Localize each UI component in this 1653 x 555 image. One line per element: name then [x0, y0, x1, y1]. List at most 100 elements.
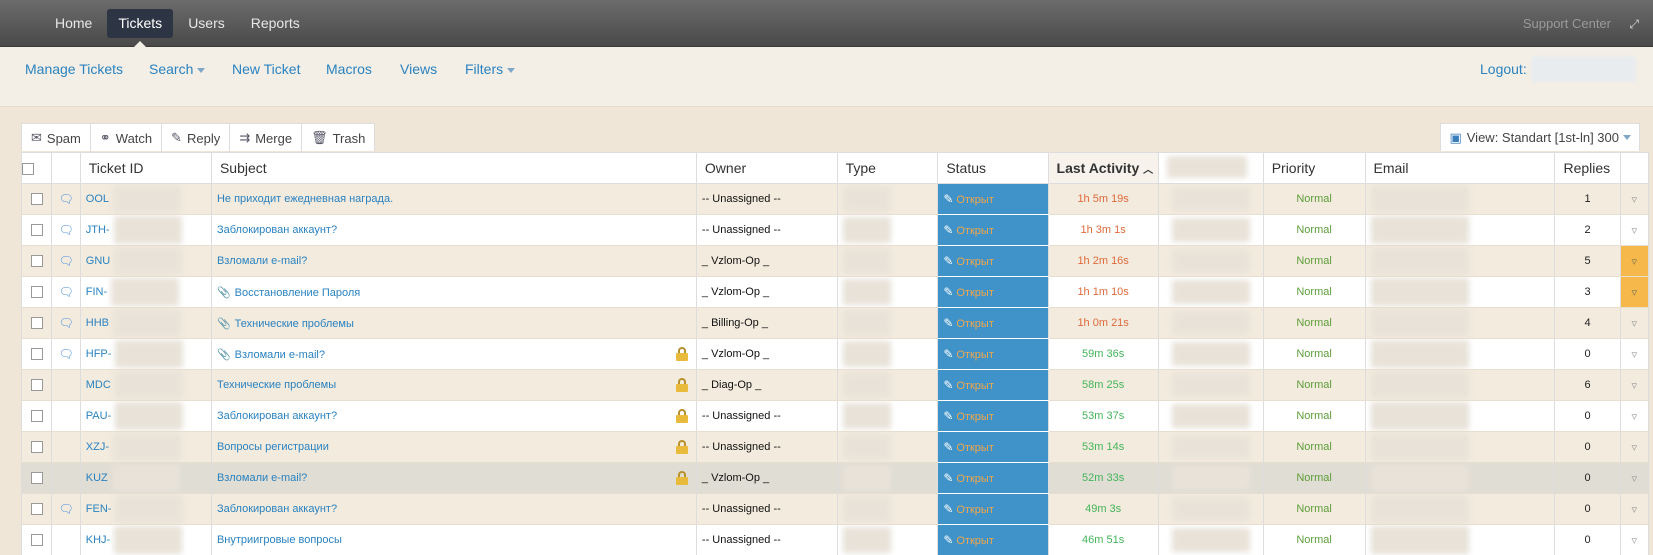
- ticket-id-cell[interactable]: HFP-: [79, 338, 212, 370]
- subject-link[interactable]: Технические проблемы: [217, 379, 336, 391]
- row-checkbox[interactable]: [30, 193, 43, 206]
- ticket-id-cell[interactable]: FIN-: [79, 276, 212, 308]
- watch-button[interactable]: ⚭ Watch: [91, 124, 163, 152]
- subject-cell[interactable]: 📎 Восстановление Пароля: [210, 276, 697, 308]
- speech-bubble-icon[interactable]: 🗨: [58, 347, 73, 361]
- ticket-id-link[interactable]: KUZ: [86, 472, 108, 484]
- row-checkbox[interactable]: [30, 348, 43, 361]
- subject-cell[interactable]: Взломали e-mail?: [210, 245, 697, 277]
- subject-cell[interactable]: Взломали e-mail?: [210, 462, 697, 494]
- ticket-id-link[interactable]: GNU: [86, 255, 110, 267]
- flag-cell[interactable]: ▿: [1619, 400, 1650, 432]
- table-row[interactable]: 🗨 HHB 📎 Технические проблемы _ Billing-Op _ ✎…: [20, 307, 1650, 339]
- row-checkbox[interactable]: [30, 255, 43, 268]
- subject-cell[interactable]: Внутриигровые вопросы: [210, 524, 697, 555]
- row-checkbox[interactable]: [30, 224, 43, 237]
- ticket-id-link[interactable]: JTH-: [86, 224, 110, 236]
- ticket-id-cell[interactable]: OOL: [79, 183, 212, 215]
- row-checkbox[interactable]: [30, 379, 43, 392]
- subject-cell[interactable]: Заблокирован аккаунт?: [210, 400, 697, 432]
- status-header[interactable]: Status: [937, 152, 1049, 184]
- ticket-id-link[interactable]: KHJ-: [86, 534, 110, 546]
- flag-cell[interactable]: ▿: [1619, 493, 1650, 525]
- subject-header[interactable]: Subject: [210, 152, 697, 184]
- subject-link[interactable]: Взломали e-mail?: [217, 255, 307, 267]
- subject-link[interactable]: Не приходит ежедневная награда.: [217, 193, 393, 205]
- subject-cell[interactable]: Заблокирован аккаунт?: [210, 493, 697, 525]
- manage-tickets-link[interactable]: Manage Tickets: [25, 61, 123, 77]
- flag-filter-icon[interactable]: ▿: [1632, 225, 1638, 237]
- macros-link[interactable]: Macros: [326, 61, 372, 77]
- row-checkbox[interactable]: [30, 286, 43, 299]
- ticket-id-cell[interactable]: PAU-: [79, 400, 212, 432]
- table-row[interactable]: 🗨 JTH- Заблокирован аккаунт? -- Unassigned …: [20, 214, 1650, 246]
- row-checkbox[interactable]: [30, 317, 43, 330]
- flag-filter-icon[interactable]: ▿: [1632, 411, 1638, 423]
- speech-bubble-icon[interactable]: 🗨: [58, 192, 73, 206]
- ticket-id-cell[interactable]: KUZ: [79, 462, 212, 494]
- subject-cell[interactable]: Вопросы регистрации: [210, 431, 697, 463]
- reply-button[interactable]: ✎ Reply: [162, 124, 231, 152]
- row-checkbox[interactable]: [30, 472, 43, 485]
- table-row[interactable]: XZJ- Вопросы регистрации -- Unassigned -- ✎…: [20, 431, 1650, 463]
- subject-link[interactable]: Внутриигровые вопросы: [217, 534, 342, 546]
- table-row[interactable]: 🗨 HFP- 📎 Взломали e-mail? _ Vzlom-Op _ ✎ Откры…: [20, 338, 1650, 370]
- view-selector[interactable]: ▣ View: Standart [1st-ln] 300: [1440, 123, 1640, 151]
- ticket-id-header[interactable]: Ticket ID: [79, 152, 212, 184]
- subject-cell[interactable]: Не приходит ежедневная награда.: [210, 183, 697, 215]
- ticket-id-cell[interactable]: XZJ-: [79, 431, 212, 463]
- priority-header[interactable]: Priority: [1262, 152, 1366, 184]
- filters-menu[interactable]: Filters: [465, 61, 516, 77]
- table-row[interactable]: 🗨 GNU Взломали e-mail? _ Vzlom-Op _ ✎ Открыт 1…: [20, 245, 1650, 277]
- subject-cell[interactable]: Заблокирован аккаунт?: [210, 214, 697, 246]
- flag-filter-icon[interactable]: ▿: [1632, 380, 1638, 392]
- table-row[interactable]: PAU- Заблокирован аккаунт? -- Unassigned -…: [20, 400, 1650, 432]
- speech-bubble-icon[interactable]: 🗨: [58, 316, 73, 330]
- last-activity-header[interactable]: Last Activity ︿: [1047, 152, 1159, 184]
- subject-link[interactable]: Заблокирован аккаунт?: [217, 224, 337, 236]
- flag-cell[interactable]: ▿: [1619, 524, 1650, 555]
- table-row[interactable]: 🗨 OOL Не приходит ежедневная награда. -- Un…: [20, 183, 1650, 215]
- support-center-link[interactable]: Support Center: [1523, 16, 1611, 31]
- new-ticket-link[interactable]: New Ticket: [232, 61, 300, 77]
- flag-cell[interactable]: ▿: [1619, 214, 1650, 246]
- row-checkbox[interactable]: [30, 410, 43, 423]
- flag-filter-icon[interactable]: ▿: [1632, 442, 1638, 454]
- flag-cell[interactable]: ▿: [1619, 431, 1650, 463]
- select-all-checkbox[interactable]: [22, 163, 34, 176]
- table-row[interactable]: KUZ Взломали e-mail? _ Vzlom-Op _ ✎ Открыт 52…: [20, 462, 1650, 494]
- flag-cell[interactable]: ▿: [1619, 338, 1650, 370]
- flag-filter-icon[interactable]: ▿: [1632, 318, 1638, 330]
- subject-link[interactable]: Заблокирован аккаунт?: [217, 503, 337, 515]
- flag-filter-icon[interactable]: ▿: [1632, 349, 1638, 361]
- flag-cell[interactable]: ▿: [1619, 183, 1650, 215]
- spam-button[interactable]: ✉ Spam: [22, 124, 91, 152]
- table-row[interactable]: 🗨 FEN- Заблокирован аккаунт? -- Unassigned …: [20, 493, 1650, 525]
- flag-cell[interactable]: ▿: [1619, 307, 1650, 339]
- subject-cell[interactable]: 📎 Технические проблемы: [210, 307, 697, 339]
- ticket-id-link[interactable]: FIN-: [86, 286, 107, 298]
- tab-tickets[interactable]: Tickets: [107, 9, 174, 47]
- flag-cell[interactable]: ▿: [1619, 462, 1650, 494]
- table-row[interactable]: KHJ- Внутриигровые вопросы -- Unassigned -…: [20, 524, 1650, 555]
- type-header[interactable]: Type: [836, 152, 939, 184]
- subject-cell[interactable]: Технические проблемы: [210, 369, 697, 401]
- tab-users[interactable]: Users: [177, 9, 236, 38]
- row-checkbox[interactable]: [30, 534, 43, 547]
- row-checkbox[interactable]: [30, 503, 43, 516]
- logout-link[interactable]: Logout:: [1480, 61, 1527, 77]
- flag-filter-icon[interactable]: ▿: [1632, 473, 1638, 485]
- owner-header[interactable]: Owner: [695, 152, 838, 184]
- expand-icon[interactable]: ⤢: [1629, 17, 1639, 32]
- subject-cell[interactable]: 📎 Взломали e-mail?: [210, 338, 697, 370]
- flag-cell[interactable]: ▿: [1619, 245, 1650, 277]
- table-row[interactable]: 🗨 FIN- 📎 Восстановление Пароля _ Vzlom-Op _ ✎…: [20, 276, 1650, 308]
- subject-link[interactable]: Взломали e-mail?: [235, 349, 325, 361]
- ticket-id-link[interactable]: FEN-: [86, 503, 112, 515]
- ticket-id-cell[interactable]: FEN-: [79, 493, 212, 525]
- ticket-id-cell[interactable]: KHJ-: [79, 524, 212, 555]
- ticket-id-cell[interactable]: HHB: [79, 307, 212, 339]
- ticket-id-cell[interactable]: JTH-: [79, 214, 212, 246]
- ticket-id-link[interactable]: PAU-: [86, 410, 111, 422]
- speech-bubble-icon[interactable]: 🗨: [58, 223, 73, 237]
